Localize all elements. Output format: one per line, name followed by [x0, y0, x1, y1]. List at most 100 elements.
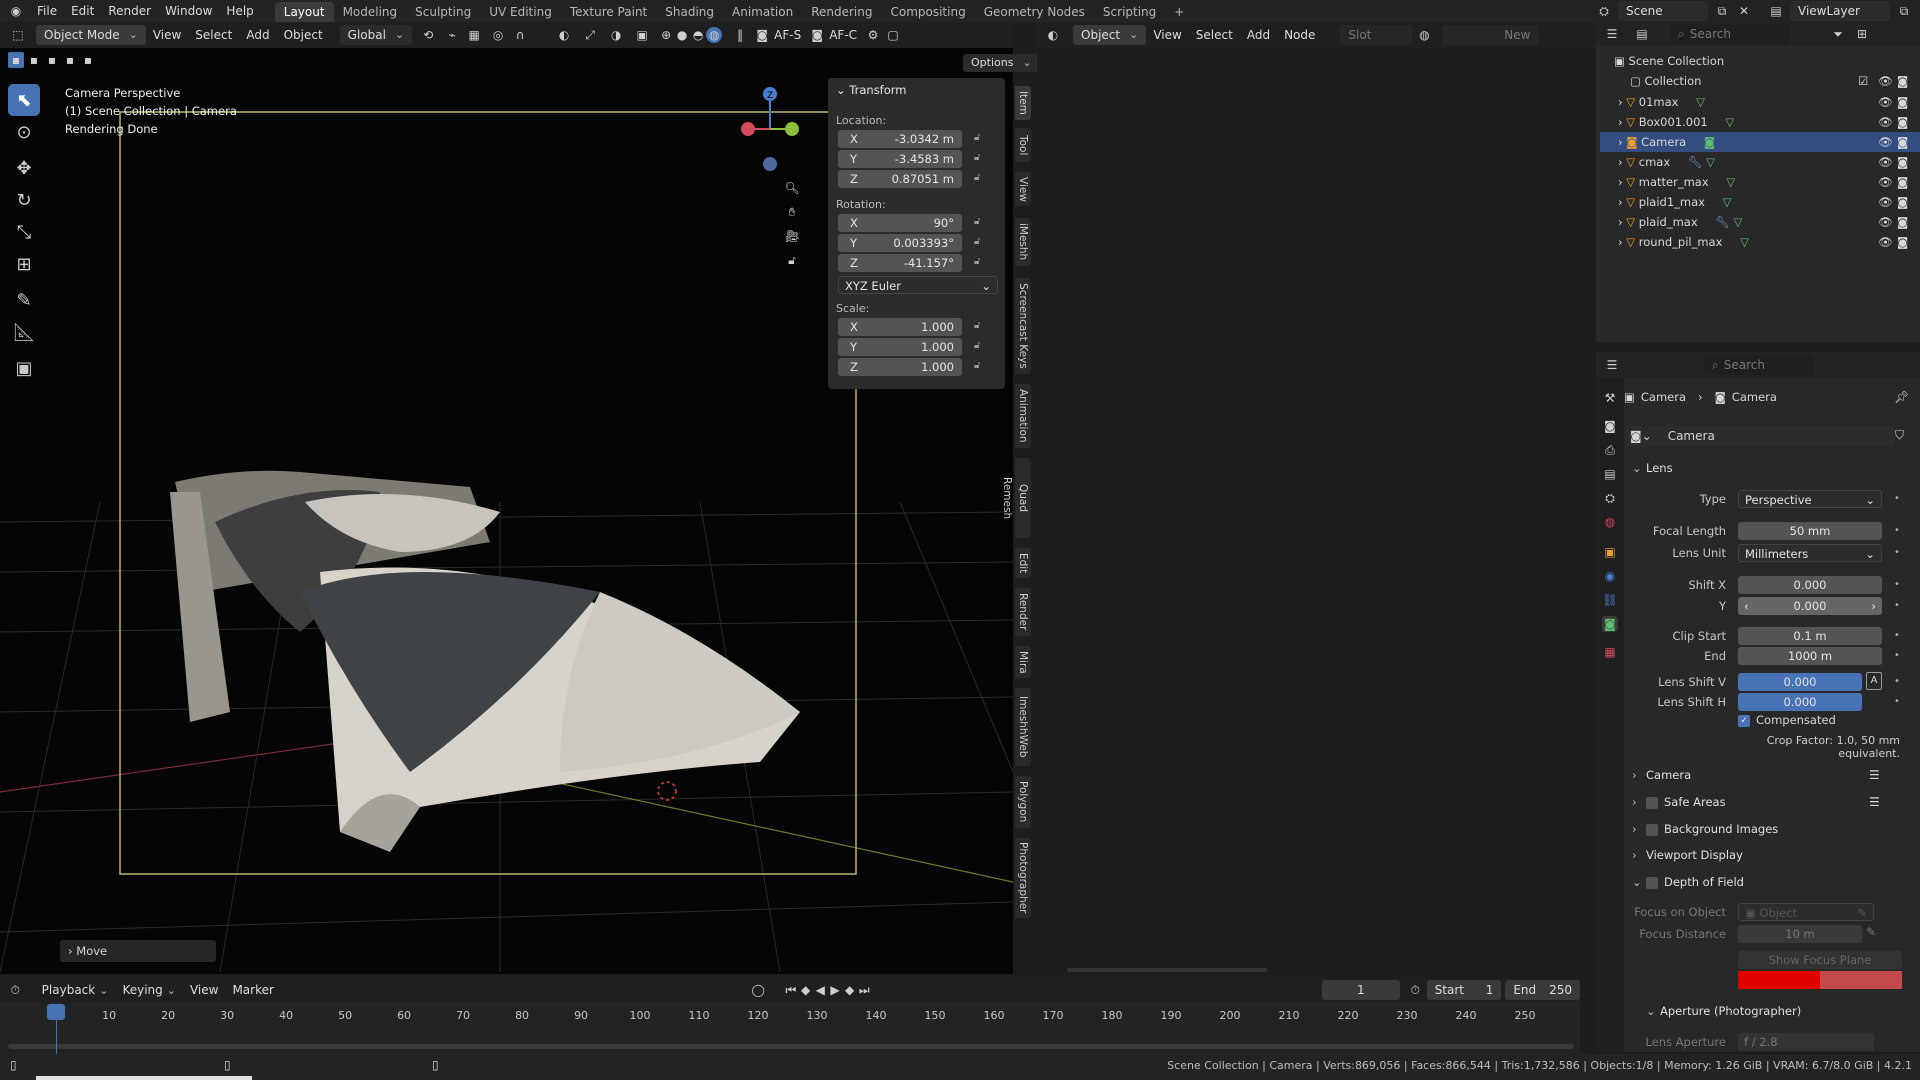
- menu-view[interactable]: View: [146, 28, 188, 42]
- list-icon[interactable]: ☰: [1869, 795, 1880, 809]
- pin-icon[interactable]: 📌︎: [1894, 390, 1909, 404]
- checkbox-icon[interactable]: ☑: [1858, 71, 1868, 91]
- rotation-y-field[interactable]: Y 0.003393°: [838, 234, 962, 252]
- menu-render[interactable]: Render: [101, 0, 158, 22]
- start-frame-field[interactable]: Start 1: [1426, 980, 1502, 1000]
- eye-icon[interactable]: 👁︎: [1878, 192, 1893, 212]
- camera-render-icon[interactable]: ◙: [1897, 232, 1908, 252]
- camera-render-icon[interactable]: ◙: [1897, 172, 1908, 192]
- object-properties-icon[interactable]: ▣: [1602, 544, 1618, 560]
- 3d-cursor[interactable]: [657, 781, 677, 801]
- tab-render[interactable]: Render: [1015, 588, 1031, 636]
- new-material-button[interactable]: New: [1442, 25, 1539, 45]
- lock-icon[interactable]: 🔓︎: [974, 256, 980, 267]
- chevron-right-icon[interactable]: ›: [1871, 597, 1876, 615]
- render-properties-icon[interactable]: ◙: [1602, 418, 1618, 434]
- annotate-tool[interactable]: ✎: [8, 284, 40, 316]
- camera-render-icon[interactable]: ◙: [1897, 132, 1908, 152]
- menu-select[interactable]: Select: [188, 28, 239, 42]
- next-keyframe-icon[interactable]: ◆: [842, 982, 857, 998]
- editor-type-icon[interactable]: ⏱: [8, 982, 23, 998]
- menu-edit[interactable]: Edit: [64, 0, 101, 22]
- lock-icon[interactable]: 🔓︎: [974, 172, 980, 183]
- camera-render-icon[interactable]: ◙: [1897, 92, 1908, 112]
- new-scene-icon[interactable]: ⧉: [1714, 3, 1730, 19]
- tab-imeshh[interactable]: iMeshh: [1015, 218, 1031, 266]
- select-invert-icon[interactable]: ▪: [62, 52, 78, 68]
- options-dropdown[interactable]: Options: [963, 54, 1040, 72]
- focal-length-field[interactable]: 50 mm: [1738, 522, 1882, 540]
- camera-render-icon[interactable]: ◙: [1897, 112, 1908, 132]
- tab-geometry-nodes[interactable]: Geometry Nodes: [975, 2, 1094, 22]
- location-x-field[interactable]: X -3.0342 m: [838, 130, 962, 148]
- shield-icon[interactable]: ⛉: [1895, 428, 1904, 443]
- keyframe-dot-icon[interactable]: •: [1894, 600, 1900, 611]
- keyframe-dot-icon[interactable]: •: [1894, 630, 1900, 641]
- menu-select[interactable]: Select: [1189, 28, 1240, 42]
- viewlayer-field[interactable]: ViewLayer: [1790, 1, 1890, 21]
- blender-logo-icon[interactable]: ◉: [8, 3, 24, 19]
- scene-properties-icon[interactable]: ⛭: [1602, 490, 1618, 506]
- menu-object[interactable]: Object: [277, 28, 330, 42]
- tab-mira[interactable]: Mira: [1015, 646, 1031, 678]
- xray-icon[interactable]: ▣: [634, 27, 650, 43]
- shading-solid-icon[interactable]: ●: [674, 27, 690, 43]
- menu-add[interactable]: Add: [239, 28, 276, 42]
- new-viewlayer-icon[interactable]: ⧉: [1896, 3, 1912, 19]
- outliner-item[interactable]: › ▽ round_pil_max ▽ 👁︎ ◙: [1600, 232, 1920, 252]
- keyframe-dot-icon[interactable]: •: [1894, 696, 1900, 707]
- stopwatch-icon[interactable]: ⏱: [1408, 982, 1423, 998]
- outliner-collection[interactable]: ▢ Collection ☑ 👁︎ ◙: [1600, 71, 1920, 91]
- camera-render-icon[interactable]: ◙: [1897, 192, 1908, 212]
- tab-edit[interactable]: Edit: [1015, 548, 1031, 578]
- outliner-item[interactable]: › ▽ plaid_max 🔧︎ ▽ 👁︎ ◙: [1600, 212, 1920, 232]
- add-workspace-icon[interactable]: +: [1165, 2, 1193, 22]
- orientation-dropdown[interactable]: Global: [339, 25, 413, 45]
- editor-type-icon[interactable]: ☰: [1604, 26, 1620, 42]
- tab-photographer[interactable]: Photographer: [1015, 838, 1031, 918]
- tab-uv-editing[interactable]: UV Editing: [480, 2, 561, 22]
- camera-view-icon[interactable]: 🎥︎: [784, 228, 800, 244]
- chevron-left-icon[interactable]: ‹: [1744, 597, 1749, 615]
- aperture-panel-header[interactable]: Aperture (Photographer): [1646, 1004, 1801, 1018]
- focus-object-field[interactable]: ▣ Object ✎: [1738, 903, 1874, 921]
- camera-af-icon[interactable]: ◙: [754, 27, 770, 43]
- last-operator-panel[interactable]: › Move: [60, 940, 216, 962]
- camera-render-icon[interactable]: ◙: [1897, 212, 1908, 232]
- texture-properties-icon[interactable]: ▦: [1602, 644, 1618, 660]
- viewport-display-panel-header[interactable]: Viewport Display: [1632, 848, 1743, 862]
- select-new-icon[interactable]: ▪: [8, 52, 24, 68]
- tab-screencast-keys[interactable]: Screencast Keys: [1015, 278, 1031, 374]
- tab-item[interactable]: Item: [1015, 86, 1031, 120]
- menu-view[interactable]: View: [183, 983, 225, 997]
- clip-start-field[interactable]: 0.1 m: [1738, 627, 1882, 645]
- gizmo-icon[interactable]: ⤢: [582, 27, 598, 43]
- transform-tool[interactable]: ⊞: [8, 248, 40, 280]
- select-extend-icon[interactable]: ▪: [26, 52, 42, 68]
- tool-settings-icon[interactable]: ⚒: [1602, 390, 1618, 406]
- output-properties-icon[interactable]: ⎙: [1602, 442, 1618, 458]
- scale-x-field[interactable]: X 1.000: [838, 318, 962, 336]
- falloff-icon[interactable]: ∩: [512, 27, 528, 43]
- tab-polygon[interactable]: Polygon: [1015, 776, 1031, 828]
- lens-aperture-field[interactable]: f / 2.8: [1738, 1033, 1874, 1051]
- eye-icon[interactable]: 👁︎: [1878, 92, 1893, 112]
- camera-render-icon[interactable]: ◙: [1897, 71, 1908, 91]
- lens-unit-dropdown[interactable]: Millimeters ⌄: [1738, 544, 1882, 562]
- location-z-field[interactable]: Z 0.87051 m: [838, 170, 962, 188]
- snap-grid-icon[interactable]: ▦: [466, 27, 482, 43]
- keyframe-dot-icon[interactable]: •: [1894, 547, 1900, 558]
- editor-type-icon[interactable]: ☰: [1604, 357, 1620, 373]
- filter-icon[interactable]: ⏷: [1830, 26, 1846, 42]
- menu-marker[interactable]: Marker: [225, 983, 280, 997]
- select-tool[interactable]: ⬉: [8, 84, 40, 116]
- outliner-item[interactable]: › ▽ Box001.001 ▽ 👁︎ ◙: [1600, 112, 1920, 132]
- jump-end-icon[interactable]: ⏭: [857, 982, 872, 998]
- camera-af-c-icon[interactable]: ◙: [809, 27, 825, 43]
- keyframe-dot-icon[interactable]: •: [1894, 579, 1900, 590]
- rotate-tool[interactable]: ↻: [8, 184, 40, 216]
- pivot-icon[interactable]: ⟲: [420, 27, 436, 43]
- tab-layout[interactable]: Layout: [274, 1, 334, 22]
- menu-view[interactable]: View: [1146, 28, 1188, 42]
- visibility-icon[interactable]: ◐: [556, 27, 572, 43]
